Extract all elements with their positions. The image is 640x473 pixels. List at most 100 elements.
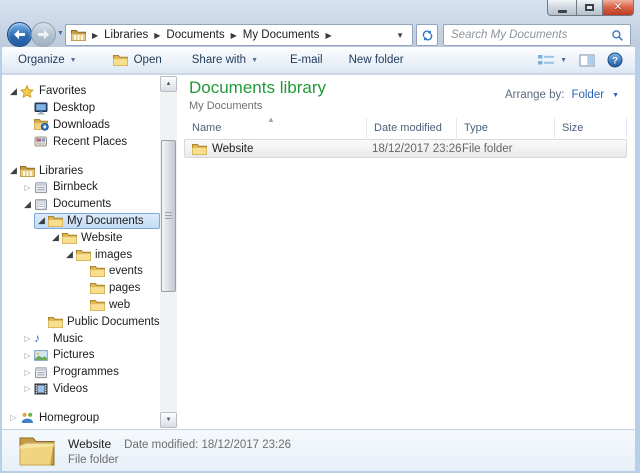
tree-item-recent-places[interactable]: Recent Places [20,133,160,150]
scrollbar-thumb[interactable] [161,140,176,292]
chevron-down-icon: ▼ [70,57,77,64]
collapsed-arrow-icon[interactable]: ▷ [21,368,34,377]
recent-icon [34,135,51,148]
tree-item-programmes[interactable]: ▷Programmes [20,364,160,381]
tree-item-images[interactable]: ◢ images [62,246,160,263]
search-icon[interactable] [611,29,630,42]
details-pane: Website Date modified: 18/12/2017 23:26 … [2,429,635,471]
explorer-body: ◢ Favorites Desktop Downloads Recent Places ◢… [2,75,635,429]
close-button[interactable]: ✕ [603,0,634,16]
new-folder-button[interactable]: New folder [349,54,404,66]
window-border-right [635,47,640,473]
address-dropdown-icon[interactable]: ▼ [396,31,412,40]
monitor-icon [34,102,51,115]
help-button[interactable]: ? [607,52,623,68]
tree-item-videos[interactable]: ▷Videos [20,381,160,398]
tree-item-web[interactable]: web [76,297,160,314]
tree-item-label: Desktop [51,102,95,114]
scroll-down-button[interactable]: ▼ [160,412,177,428]
library-icon [20,165,37,177]
tree-item-label: Birnbeck [51,181,98,193]
share-with-label: Share with [192,54,246,66]
homegroup-icon [20,411,37,424]
tree-item-libraries[interactable]: ◢Libraries [6,162,160,179]
tree-item-events[interactable]: events [76,263,160,280]
tree-item-public-documents[interactable]: Public Documents [34,313,160,330]
arrange-by-label: Arrange by: [505,89,564,101]
tree-item-label: web [107,299,130,311]
tree-item-desktop[interactable]: Desktop [20,100,160,117]
organize-button[interactable]: Organize▼ [18,54,77,66]
refresh-button[interactable] [416,24,438,46]
expanded-arrow-icon[interactable]: ◢ [63,249,76,260]
collapsed-arrow-icon[interactable]: ▷ [21,183,34,192]
expanded-arrow-icon[interactable]: ◢ [49,232,62,243]
back-button[interactable] [7,22,32,47]
tree-item-favorites[interactable]: ◢ Favorites [6,83,160,100]
collapsed-arrow-icon[interactable]: ▷ [21,334,34,343]
expanded-arrow-icon[interactable]: ◢ [7,86,20,97]
column-header-type[interactable]: Type [457,118,555,138]
collapsed-arrow-icon[interactable]: ▷ [21,351,34,360]
expanded-arrow-icon[interactable]: ◢ [35,215,48,226]
open-button[interactable]: Open [113,54,162,66]
folder-tree: ◢ Favorites Desktop Downloads Recent Places ◢… [2,83,160,429]
folder-icon [90,265,107,277]
expanded-arrow-icon[interactable]: ◢ [7,165,20,176]
library-title: Documents library [189,78,326,98]
arrange-by-value[interactable]: Folder [571,89,604,101]
column-header-name[interactable]: Name [185,118,367,138]
breadcrumb-separator-icon: ▶ [319,31,337,40]
expanded-arrow-icon[interactable]: ◢ [21,199,34,210]
tree-item-documents[interactable]: ◢Documents [20,196,160,213]
breadcrumb-item-my-documents[interactable]: My Documents [243,29,320,41]
search-box[interactable] [443,24,631,46]
maximize-button[interactable] [576,0,603,16]
preview-pane-button[interactable] [579,54,595,67]
forward-button[interactable] [31,22,56,47]
details-item-name: Website [68,437,111,451]
tree-item-homegroup[interactable]: ▷Homegroup [6,409,160,426]
tree-item-music[interactable]: ▷♪Music [20,330,160,347]
tree-item-birnbeck[interactable]: ▷ Birnbeck [20,179,160,196]
tree-item-downloads[interactable]: Downloads [20,117,160,134]
tree-item-my-documents[interactable]: ◢My Documents [34,213,160,230]
chevron-down-icon: ▼ [251,57,258,64]
email-button[interactable]: E-mail [290,54,323,66]
scroll-up-button[interactable]: ▲ [160,76,177,92]
breadcrumb: ▶Libraries▶Documents▶My Documents▶ [86,29,338,41]
library-subtitle: My Documents [189,100,262,112]
collapsed-arrow-icon[interactable]: ▷ [21,384,34,393]
recent-pages-dropdown[interactable]: ▼ [57,30,64,37]
chevron-down-icon[interactable]: ▼ [612,92,619,99]
tree-item-pages[interactable]: pages [76,280,160,297]
breadcrumb-separator-icon: ▶ [225,31,243,40]
address-bar[interactable]: ▶Libraries▶Documents▶My Documents▶ ▼ [65,24,413,46]
share-with-button[interactable]: Share with ▼ [192,54,258,66]
collapsed-arrow-icon[interactable]: ▷ [7,413,20,422]
breadcrumb-item-libraries[interactable]: Libraries [104,29,148,41]
column-header-size[interactable]: Size [555,118,627,138]
tree-item-label: Favorites [37,85,86,97]
file-type: File folder [455,143,553,155]
breadcrumb-separator-icon: ▶ [148,31,166,40]
tree-item-label: Website [79,232,122,244]
minimize-button[interactable] [547,0,576,16]
tree-item-label: Downloads [51,119,110,131]
help-icon: ? [607,52,623,68]
file-date-modified: 18/12/2017 23:26 [365,143,455,155]
tree-item-website[interactable]: ◢ Website [48,229,160,246]
chevron-down-icon: ▼ [560,57,567,64]
change-view-button[interactable]: ▼ [537,53,567,67]
search-input[interactable] [444,28,611,42]
details-date-modified: Date modified: 18/12/2017 23:26 [124,439,291,451]
column-header-date-modified[interactable]: Date modified [367,118,457,138]
tree-item-label: images [93,249,132,261]
tree-item-pictures[interactable]: ▷Pictures [20,347,160,364]
tree-item-label: events [107,265,143,277]
scrollbar-track[interactable] [160,92,177,412]
file-row-website[interactable]: Website18/12/2017 23:26File folder [184,139,627,158]
sidebar-scrollbar[interactable]: ▲ ▼ [160,76,177,428]
breadcrumb-item-documents[interactable]: Documents [166,29,224,41]
folder-icon [48,316,65,328]
